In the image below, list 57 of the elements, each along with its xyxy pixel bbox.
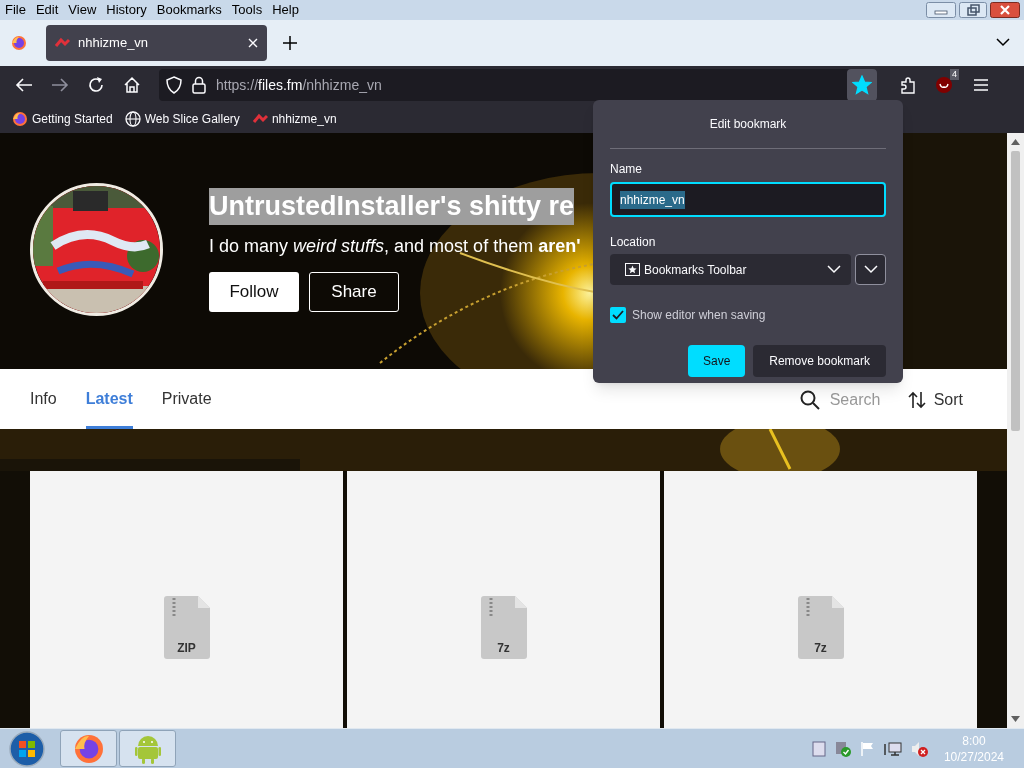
bookmark-star-button[interactable] — [847, 69, 877, 101]
restore-icon[interactable] — [959, 2, 987, 18]
menu-item[interactable]: History — [106, 0, 147, 20]
menu-item[interactable]: Help — [272, 0, 299, 20]
minimize-icon[interactable] — [926, 2, 956, 18]
close-icon[interactable] — [990, 2, 1020, 18]
page-tab[interactable]: Private — [161, 369, 212, 429]
bookmark-item[interactable]: Getting Started — [12, 109, 113, 128]
file-type-label: ZIP — [176, 640, 197, 657]
network-icon[interactable] — [883, 741, 902, 757]
forward-icon[interactable] — [51, 77, 69, 93]
browser-tab[interactable]: nhhizme_vn — [46, 25, 267, 61]
sort-button[interactable]: Sort — [907, 388, 963, 412]
lock-icon — [192, 76, 206, 94]
menu-item[interactable]: File — [5, 0, 26, 20]
scroll-down-icon[interactable] — [1011, 716, 1020, 722]
file-card[interactable]: 7z — [347, 471, 660, 728]
chevron-down-icon[interactable] — [996, 37, 1010, 47]
menu-icon[interactable] — [973, 78, 989, 92]
badge-count: 4 — [950, 69, 959, 80]
sort-arrows-icon — [907, 391, 926, 409]
archive-file-icon — [161, 595, 212, 661]
speaker-muted-icon[interactable] — [909, 741, 928, 757]
globe-icon — [124, 110, 141, 127]
search-field[interactable]: Search — [829, 388, 882, 412]
back-icon[interactable] — [15, 77, 33, 93]
shield-icon[interactable] — [166, 76, 182, 94]
reload-icon[interactable] — [87, 76, 105, 94]
file-card[interactable]: ZIP — [30, 471, 343, 728]
bookmark-item[interactable]: Web Slice Gallery — [124, 109, 240, 128]
firefox-icon[interactable] — [11, 35, 27, 51]
scrollbar[interactable] — [1007, 133, 1024, 728]
bookmark-item[interactable]: nhhizme_vn — [251, 109, 337, 128]
search-icon — [799, 390, 820, 410]
plus-icon[interactable] — [283, 36, 297, 50]
scroll-up-icon[interactable] — [1011, 139, 1020, 145]
archive-file-icon — [478, 595, 529, 661]
start-orb-icon[interactable] — [7, 729, 47, 768]
file-type-label: 7z — [813, 640, 828, 657]
menu-item[interactable]: Tools — [231, 0, 263, 20]
firefox-icon — [73, 733, 104, 764]
puzzle-icon[interactable] — [899, 76, 917, 94]
archive-file-icon — [795, 595, 846, 661]
menu-item[interactable]: View — [68, 0, 97, 20]
home-icon[interactable] — [123, 76, 141, 94]
file-card[interactable]: 7z — [664, 471, 977, 728]
android-icon — [134, 733, 161, 764]
menu-item[interactable]: Bookmarks — [156, 0, 222, 20]
url-field[interactable]: https://files.fm/nhhizme_vn — [216, 74, 382, 96]
security-check-icon[interactable] — [833, 740, 852, 758]
file-type-label: 7z — [496, 640, 511, 657]
page-tab[interactable]: Info — [30, 369, 57, 429]
menu-item[interactable]: Edit — [35, 0, 59, 20]
site-icon — [54, 36, 70, 50]
site-icon — [251, 111, 268, 126]
taskbar-button[interactable] — [60, 730, 117, 767]
firefox-icon — [12, 110, 28, 127]
